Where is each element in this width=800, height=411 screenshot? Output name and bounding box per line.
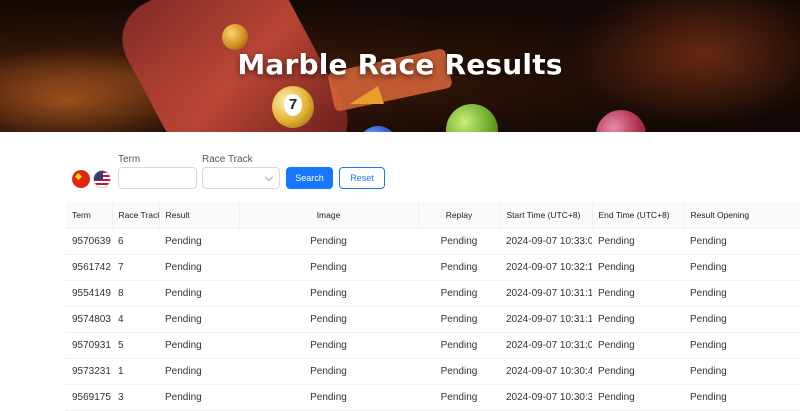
term-label: Term [118, 154, 141, 165]
table-row: 9554149 8 Pending Pending Pending 2024-09-07 … [66, 280, 800, 307]
race-track-label: Race Track [202, 154, 253, 165]
chinese-flag-icon[interactable] [72, 170, 90, 188]
race-track-cell: 8 [112, 280, 159, 307]
end-time-cell: Pending [592, 332, 684, 359]
race-track-cell: 3 [112, 384, 159, 411]
table-row: 9570931 5 Pending Pending Pending 2024-09-07 … [66, 332, 800, 359]
column-header-result: Result [159, 202, 240, 229]
image-cell: Pending [239, 228, 418, 255]
race-track-cell: 1 [112, 358, 159, 385]
result-cell: Pending [159, 254, 239, 281]
race-track-select[interactable] [202, 167, 280, 189]
replay-cell: Pending [418, 280, 500, 307]
term-cell: 9570639 [66, 228, 112, 255]
ramp-graphic [350, 86, 384, 104]
result-opening-cell: Pending [684, 306, 800, 333]
start-time-cell: 2024-09-07 10:31:18 [500, 280, 592, 307]
image-cell: Pending [239, 358, 418, 385]
column-header-term: Term [66, 202, 113, 229]
term-cell: 9573231 [66, 358, 112, 385]
replay-cell: Pending [418, 358, 500, 385]
term-cell: 9574803 [66, 306, 112, 333]
page-title: Marble Race Results [237, 48, 563, 81]
marble-ball-icon [222, 24, 248, 50]
start-time-cell: 2024-09-07 10:33:02 [500, 228, 592, 255]
replay-cell: Pending [418, 254, 500, 281]
end-time-cell: Pending [592, 228, 684, 255]
marble-ball-icon [358, 126, 398, 132]
result-opening-cell: Pending [684, 358, 800, 385]
column-header-result-opening: Result Opening [684, 202, 800, 229]
term-cell: 9561742 [66, 254, 112, 281]
chevron-down-icon [264, 172, 274, 182]
result-cell: Pending [159, 384, 239, 411]
result-opening-cell: Pending [684, 228, 800, 255]
column-header-image: Image [239, 202, 419, 229]
image-cell: Pending [239, 384, 418, 411]
marble-ball-icon [446, 104, 498, 132]
race-track-cell: 6 [112, 228, 159, 255]
filter-bar: Term Race Track Search Reset [0, 150, 800, 194]
image-cell: Pending [239, 306, 418, 333]
end-time-cell: Pending [592, 384, 684, 411]
marble-ball-icon: 7 [272, 86, 314, 128]
race-track-cell: 4 [112, 306, 159, 333]
hero-banner: 7 Marble Race Results [0, 0, 800, 132]
start-time-cell: 2024-09-07 10:31:13 [500, 306, 592, 333]
start-time-cell: 2024-09-07 10:30:45 [500, 358, 592, 385]
column-header-end-time: End Time (UTC+8) [592, 202, 685, 229]
replay-cell: Pending [418, 228, 500, 255]
table-header-row: Term Race Track Result Image Replay Star… [66, 202, 800, 229]
term-input[interactable] [118, 167, 197, 189]
table-row: 9573231 1 Pending Pending Pending 2024-09-07 … [66, 358, 800, 385]
table-row: 9561742 7 Pending Pending Pending 2024-09-07 … [66, 254, 800, 281]
end-time-cell: Pending [592, 280, 684, 307]
image-cell: Pending [239, 280, 418, 307]
result-opening-cell: Pending [684, 384, 800, 411]
race-track-cell: 7 [112, 254, 159, 281]
term-cell: 9570931 [66, 332, 112, 359]
column-header-replay: Replay [418, 202, 501, 229]
start-time-cell: 2024-09-07 10:31:01 [500, 332, 592, 359]
result-cell: Pending [159, 228, 239, 255]
table-row: 9570639 6 Pending Pending Pending 2024-09-07 … [66, 228, 800, 255]
table-row: 9569175 3 Pending Pending Pending 2024-09-07 … [66, 384, 800, 411]
us-flag-icon[interactable] [93, 170, 111, 188]
end-time-cell: Pending [592, 306, 684, 333]
result-cell: Pending [159, 332, 239, 359]
column-header-race-track: Race Track [112, 202, 160, 229]
race-track-cell: 5 [112, 332, 159, 359]
term-cell: 9554149 [66, 280, 112, 307]
table-row: 9574803 4 Pending Pending Pending 2024-09-07 … [66, 306, 800, 333]
result-cell: Pending [159, 280, 239, 307]
result-cell: Pending [159, 306, 239, 333]
end-time-cell: Pending [592, 254, 684, 281]
replay-cell: Pending [418, 306, 500, 333]
start-time-cell: 2024-09-07 10:30:38 [500, 384, 592, 411]
search-button[interactable]: Search [286, 167, 333, 189]
term-cell: 9569175 [66, 384, 112, 411]
result-opening-cell: Pending [684, 332, 800, 359]
result-opening-cell: Pending [684, 254, 800, 281]
reset-button[interactable]: Reset [339, 167, 385, 189]
results-table: Term Race Track Result Image Replay Star… [66, 202, 800, 411]
end-time-cell: Pending [592, 358, 684, 385]
start-time-cell: 2024-09-07 10:32:16 [500, 254, 592, 281]
result-cell: Pending [159, 358, 239, 385]
replay-cell: Pending [418, 332, 500, 359]
column-header-start-time: Start Time (UTC+8) [500, 202, 593, 229]
image-cell: Pending [239, 332, 418, 359]
result-opening-cell: Pending [684, 280, 800, 307]
image-cell: Pending [239, 254, 418, 281]
replay-cell: Pending [418, 384, 500, 411]
